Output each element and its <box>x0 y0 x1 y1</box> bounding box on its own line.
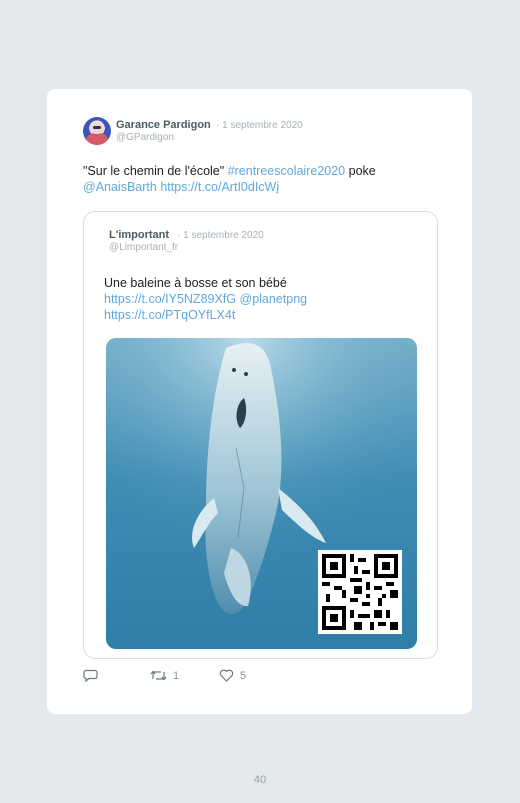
quoted-tweet[interactable]: L'important · 1 septembre 2020 @Limporta… <box>83 211 438 659</box>
mention-link[interactable]: @AnaisBarth <box>83 180 157 194</box>
retweet-button[interactable]: 1 <box>150 669 179 682</box>
page-number: 40 <box>253 774 267 786</box>
tweet-card: Garance Pardigon · 1 septembre 2020 @GPa… <box>47 89 472 714</box>
like-count: 5 <box>240 669 247 682</box>
tweet-url-link[interactable]: https://t.co/ArtI0dIcWj <box>160 180 279 194</box>
retweet-count: 1 <box>173 669 180 682</box>
quoted-body: Une baleine à bosse et son bébé <box>104 276 287 290</box>
tweet-quote-text: "Sur le chemin de l'école" <box>83 164 225 178</box>
retweet-icon <box>150 670 167 681</box>
quoted-date[interactable]: · 1 septembre 2020 <box>177 230 264 241</box>
author-handle[interactable]: @GPardigon <box>116 132 174 143</box>
reply-button[interactable] <box>83 669 98 682</box>
quoted-handle[interactable]: @Limportant_fr <box>109 242 178 253</box>
avatar[interactable] <box>83 117 111 145</box>
quoted-link-1[interactable]: https://t.co/IY5NZ89XfG <box>104 292 236 306</box>
tweet-actions: 1 5 <box>83 669 443 689</box>
tweet-poke-text: poke <box>348 164 376 178</box>
author-name[interactable]: Garance Pardigon <box>116 119 211 131</box>
quoted-link-2[interactable]: https://t.co/PTqOYfLX4t <box>104 308 235 322</box>
quoted-text: Une baleine à bosse et son bébé https://… <box>104 275 424 323</box>
tweet-date[interactable]: · 1 septembre 2020 <box>216 120 303 131</box>
qr-code-icon <box>318 550 402 634</box>
heart-icon <box>219 669 234 682</box>
quoted-mention[interactable]: @planetpng <box>240 292 308 306</box>
reply-icon <box>83 669 98 682</box>
like-button[interactable]: 5 <box>219 669 246 682</box>
quoted-author-name[interactable]: L'important <box>109 229 169 241</box>
tweet-text: "Sur le chemin de l'école" #rentreescola… <box>83 163 443 195</box>
hashtag-link[interactable]: #rentreescolaire2020 <box>228 164 345 178</box>
qr-code <box>318 550 402 634</box>
whale-photo[interactable] <box>106 338 417 649</box>
